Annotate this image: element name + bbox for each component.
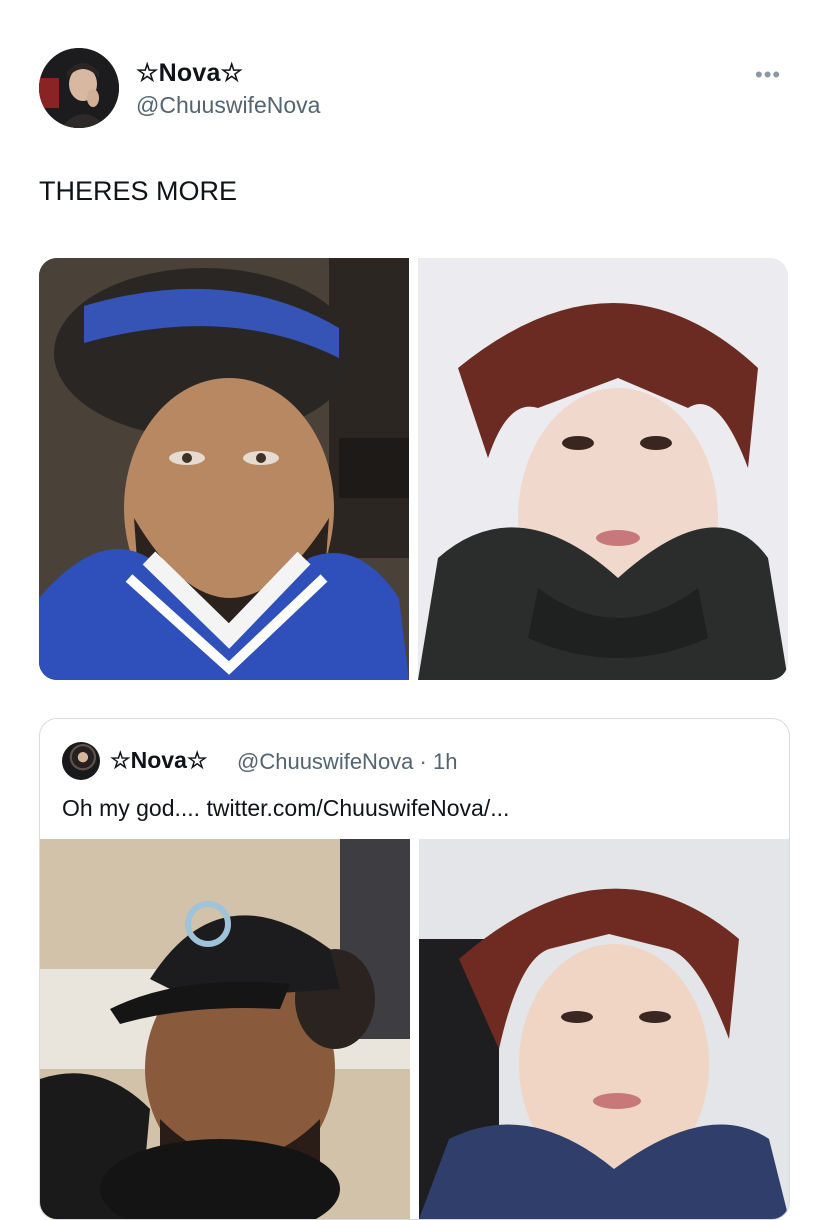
tweet-media-grid	[39, 258, 788, 680]
quoted-author-display-name[interactable]: ☆Nova☆	[110, 747, 207, 774]
quoted-tweet-card[interactable]: ☆Nova☆ @ChuuswifeNova · 1h Oh my god....…	[39, 718, 790, 1220]
red-haired-person-hoodie-image	[418, 258, 788, 680]
quoted-media-grid	[40, 839, 789, 1219]
more-options-icon[interactable]: •••	[755, 62, 781, 88]
tweet-text: THERES MORE	[39, 176, 238, 206]
quoted-media-photo-2[interactable]	[419, 839, 789, 1219]
avatar-photo	[39, 48, 119, 128]
media-photo-2[interactable]	[418, 258, 788, 680]
man-blue-headband-image	[39, 258, 409, 680]
author-handle[interactable]: @ChuuswifeNova	[136, 92, 320, 119]
media-photo-1[interactable]	[39, 258, 409, 680]
quoted-media-photo-1[interactable]	[40, 839, 410, 1219]
quoted-tweet-text: Oh my god.... twitter.com/ChuuswifeNova/…	[62, 795, 510, 821]
man-black-cap-image	[40, 839, 410, 1219]
author-display-name[interactable]: ☆Nova☆	[136, 58, 243, 88]
author-avatar[interactable]	[39, 48, 119, 128]
quoted-author-avatar[interactable]	[62, 742, 100, 780]
red-haired-person-sweater-image	[419, 839, 789, 1219]
quoted-author-handle-time[interactable]: @ChuuswifeNova · 1h	[237, 749, 457, 775]
